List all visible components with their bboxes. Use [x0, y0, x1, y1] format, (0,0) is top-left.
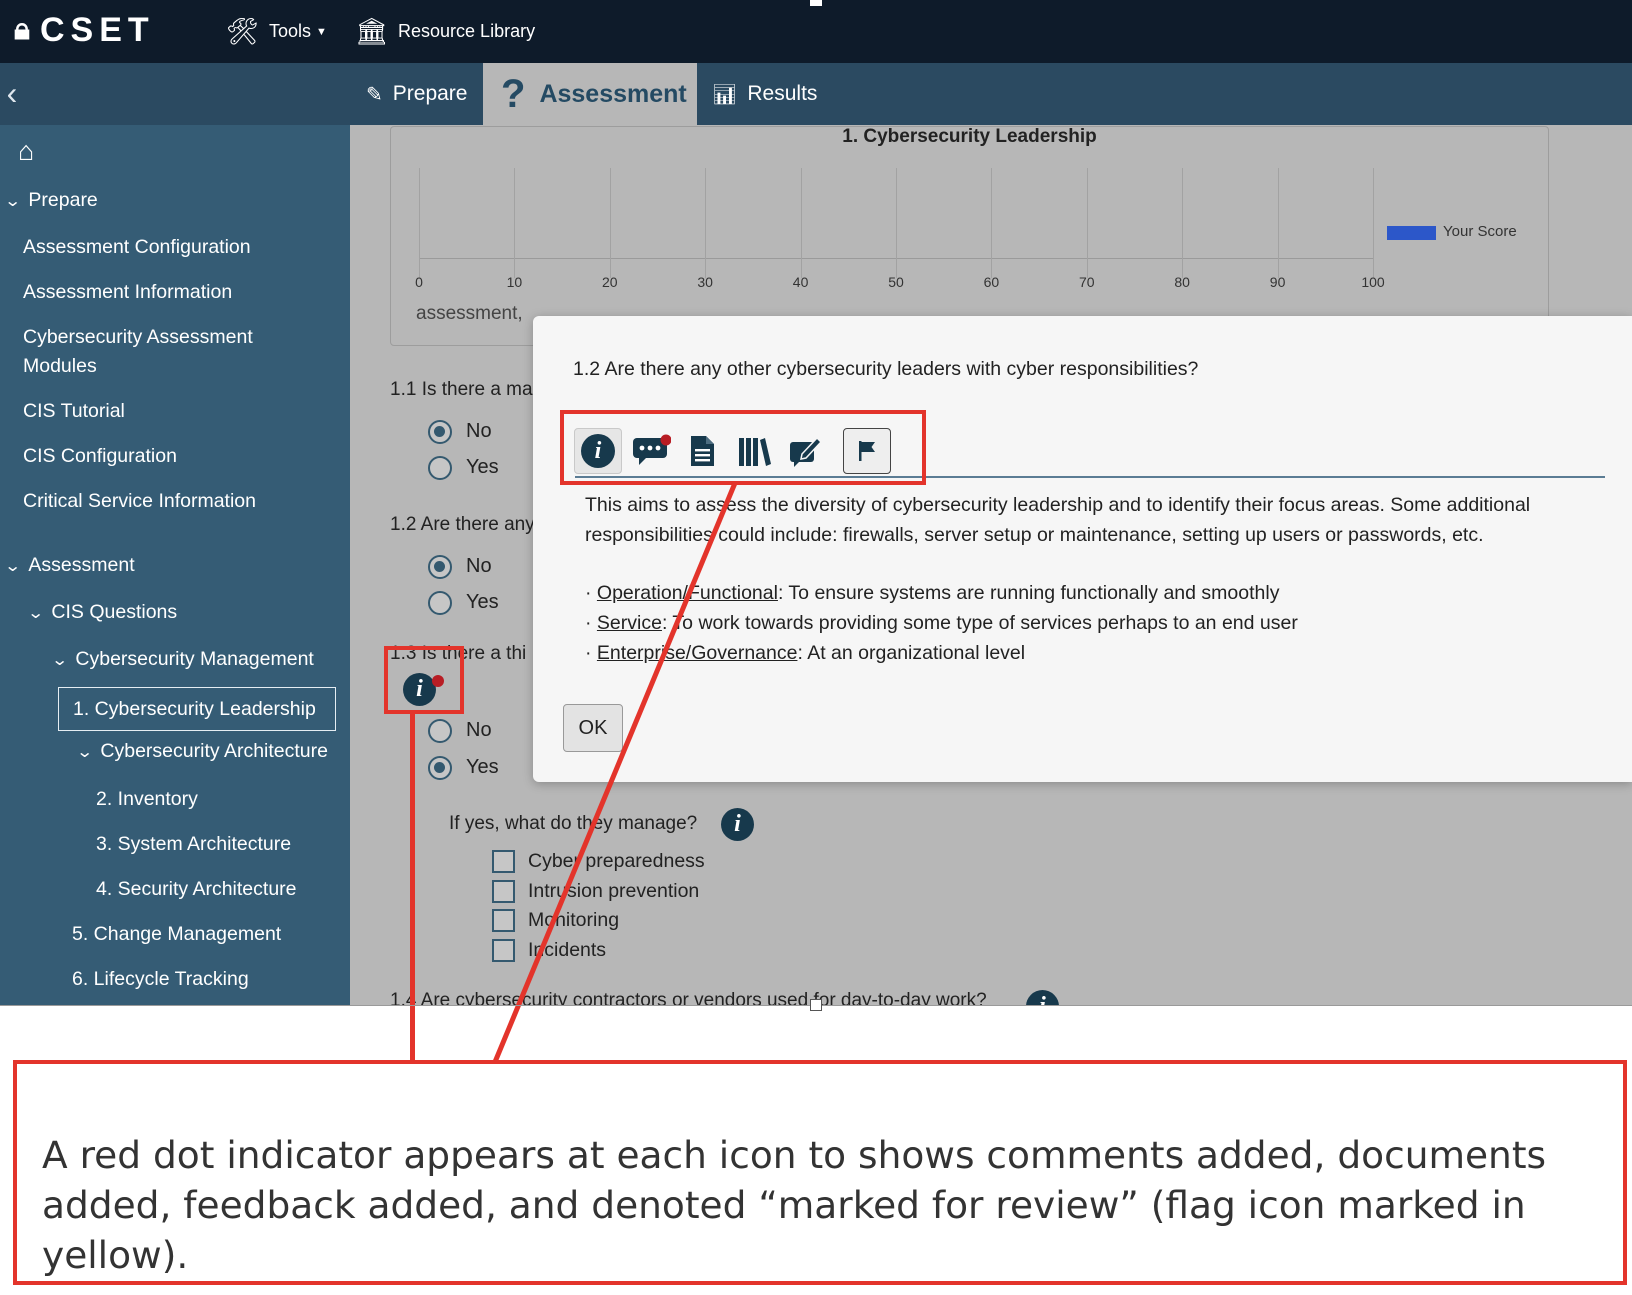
legend-label-your-score: Your Score [1443, 223, 1517, 240]
q1-1-label-yes: Yes [466, 456, 499, 478]
sidebar-header-assessment[interactable]: ⌄ Assessment [3, 551, 135, 581]
resize-handle[interactable] [810, 0, 822, 6]
chevron-down-icon: ⌄ [50, 652, 69, 669]
chart-x-tick-label: 100 [1361, 274, 1385, 290]
sidebar-item-assessment-configuration[interactable]: Assessment Configuration [23, 233, 251, 261]
chart-gridline [896, 168, 897, 278]
resource-library-link[interactable]: 🏛︎ Resource Library [355, 0, 535, 63]
resource-library-label: Resource Library [398, 21, 536, 41]
chart-gridline [609, 168, 611, 278]
chevron-down-icon: ⌄ [75, 744, 94, 761]
sidebar-item-inventory[interactable]: 2. Inventory [96, 785, 198, 813]
chart-gridline [419, 168, 420, 278]
chart-x-tick-label: 30 [697, 274, 713, 290]
sidebar-item-cis-configuration[interactable]: CIS Configuration [23, 442, 177, 470]
tab-results[interactable]: 📊︎ Results [712, 63, 822, 125]
sidebar-item-cis-questions[interactable]: ⌄ CIS Questions [26, 598, 177, 628]
chart-x-tick-label: 60 [983, 274, 1000, 290]
chart-title: 1. Cybersecurity Leadership [842, 126, 1097, 147]
chart-x-tick-label: 50 [888, 274, 904, 290]
tab-assessment-label: Assessment [539, 79, 687, 108]
chart-gridline [1086, 168, 1088, 278]
q1-3-radio-no[interactable] [428, 719, 452, 743]
sidebar-item-security-architecture[interactable]: 4. Security Architecture [96, 875, 297, 903]
q1-3-radio-yes[interactable] [428, 756, 452, 780]
score-chart-card [390, 126, 1549, 346]
question-1-1: 1.1 Is there a ma [390, 379, 533, 400]
tab-assessment[interactable]: ? Assessment [483, 63, 697, 125]
chevron-down-icon: ⌄ [3, 558, 22, 575]
sidebar-item-cybersecurity-architecture[interactable]: ⌄ Cybersecurity Architecture [75, 737, 328, 767]
sidebar: ⌂ ⌄ Prepare Assessment Configuration Asse… [0, 125, 350, 1005]
chart-x-tick-label: 0 [415, 274, 423, 290]
chart-gridline [514, 168, 516, 278]
q1-1-radio-no[interactable] [428, 420, 452, 444]
chart-gridline [800, 168, 802, 278]
sidebar-item-cybersecurity-assessment[interactable]: Cybersecurity Assessment [23, 323, 253, 351]
info-icon[interactable]: i [1026, 990, 1059, 1005]
sidebar-item-cybersecurity-leadership[interactable]: 1. Cybersecurity Leadership [58, 687, 336, 731]
chart-gridline [991, 168, 993, 278]
tab-prepare[interactable]: ✎ Prepare [366, 63, 483, 125]
chart-x-tick-label: 40 [792, 274, 809, 290]
occluded-text: assessment, [416, 303, 523, 324]
annotation-highlight-toolbar [560, 410, 926, 485]
chart-x-tick-label: 80 [1174, 274, 1190, 290]
bar-chart-icon: 📊︎ [712, 83, 738, 106]
q1-1-radio-yes[interactable] [428, 456, 452, 480]
chart-x-tick-label: 90 [1269, 274, 1286, 290]
tab-prepare-label: Prepare [392, 82, 468, 105]
sidebar-item-critical-service-information[interactable]: Critical Service Information [23, 487, 256, 515]
annotation-highlight-info-dot [384, 646, 464, 714]
chevron-left-icon[interactable]: ‹ [0, 70, 24, 116]
logo-text: CSET [39, 10, 155, 49]
chart-gridline [1277, 168, 1279, 278]
sidebar-header-prepare[interactable]: ⌄ Prepare [3, 186, 98, 216]
annotation-connector [410, 712, 415, 1062]
bank-icon: 🏛︎ [355, 16, 389, 46]
dialog-question: 1.2 Are there any other cybersecurity le… [573, 358, 1199, 380]
edit-icon: ✎ [366, 83, 383, 106]
sidebar-item-cis-tutorial[interactable]: CIS Tutorial [23, 397, 125, 425]
tools-label: Tools [269, 21, 312, 41]
sidebar-item-modules[interactable]: Modules [23, 352, 97, 380]
cset-logo[interactable]: 🔒︎ CSET [14, 10, 155, 50]
chart-x-tick-label: 70 [1079, 274, 1095, 290]
annotation-connector [492, 482, 738, 1063]
question-icon: ? [501, 71, 526, 116]
sidebar-item-assessment-information[interactable]: Assessment Information [23, 278, 232, 306]
chart-x-tick-label: 10 [506, 274, 523, 290]
q1-2-radio-no[interactable] [428, 555, 452, 579]
annotation-callout-text: A red dot indicator appears at each icon… [42, 1133, 1547, 1277]
resize-handle[interactable] [810, 999, 822, 1011]
chart-gridline [1182, 168, 1184, 278]
sidebar-item-cybersecurity-management[interactable]: ⌄ Cybersecurity Management [50, 645, 314, 675]
q1-2-radio-yes[interactable] [428, 591, 452, 615]
lock-icon: 🔒︎ [14, 13, 36, 46]
caret-down-icon: ▼ [316, 25, 327, 38]
chart-gridline [1373, 168, 1374, 278]
chevron-down-icon: ⌄ [3, 193, 22, 210]
sidebar-item-change-management[interactable]: 5. Change Management [72, 920, 281, 948]
home-icon[interactable]: ⌂ [18, 137, 34, 165]
chevron-down-icon: ⌄ [26, 605, 45, 622]
q1-1-label-no: No [466, 420, 492, 442]
wrench-screwdriver-icon: 🛠︎ [226, 16, 260, 46]
sidebar-item-lifecycle-tracking[interactable]: 6. Lifecycle Tracking [72, 965, 249, 993]
legend-swatch-your-score [1387, 226, 1436, 240]
chart-gridline [705, 168, 707, 278]
info-icon-clip: i [1024, 990, 1060, 1005]
sidebar-item-system-architecture[interactable]: 3. System Architecture [96, 830, 291, 858]
tab-results-label: Results [747, 82, 818, 105]
chart-x-tick-label: 20 [602, 274, 618, 290]
tools-menu[interactable]: 🛠︎ Tools ▼ [226, 0, 327, 63]
